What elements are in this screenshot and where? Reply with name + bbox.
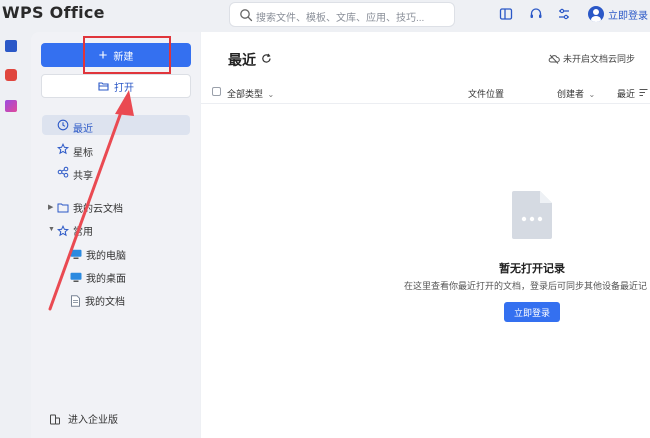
computer-icon [70,249,82,259]
filter-all-types[interactable]: 全部类型 ⌄ [227,87,274,100]
column-location[interactable]: 文件位置 [468,87,504,100]
search-icon [240,9,253,22]
app-rail [0,30,24,438]
empty-state-title: 暂无打开记录 [499,263,565,275]
sidebar-item-label: 最近 [73,124,93,135]
settings-sliders-icon[interactable] [557,7,571,21]
pdf-app-icon[interactable] [5,69,17,81]
share-icon [57,166,69,178]
avatar-icon [588,6,604,22]
sync-label: 未开启文档云同步 [563,54,636,64]
login-top-button[interactable]: 立即登录 [588,5,648,23]
pin-icon [57,224,69,236]
cloud-sync-status[interactable]: 未开启文档云同步 [548,52,635,65]
sidebar-item-starred[interactable]: 星标 [42,139,190,159]
chevron-down-icon: ⌄ [588,90,596,99]
building-icon [50,414,60,424]
tree-item-my-computer[interactable]: 我的电脑 [70,247,126,262]
filter-creator[interactable]: 创建者 ⌄ [557,87,595,100]
cloud-off-icon [548,54,560,64]
apps-grid-icon[interactable] [5,100,17,112]
top-bar: WPS Office 搜索文件、模板、文库、应用、技巧... 立即登录 [0,0,650,30]
enterprise-label: 进入企业版 [68,415,118,426]
folder-icon [57,203,69,213]
all-types-label: 全部类型 [227,89,264,99]
tree-item-my-documents[interactable]: 我的文档 [70,293,125,308]
sidebar-item-shared[interactable]: 共享 [42,162,190,182]
app-logo: WPS Office [2,3,105,22]
search-placeholder: 搜索文件、模板、文库、应用、技巧... [256,13,425,24]
refresh-icon[interactable] [261,53,272,64]
recent-label: 最近 [617,89,636,99]
chevron-down-icon: ⌄ [267,90,275,99]
tree-item-label: 我的电脑 [86,251,126,262]
login-button[interactable]: 立即登录 [504,302,560,322]
sort-options-icon[interactable] [639,88,648,97]
empty-state-subtitle: 在这里查看你最近打开的文档，登录后可同步其他设备最近记 [404,281,648,291]
enterprise-button[interactable]: 进入企业版 [49,411,118,426]
document-icon [71,294,80,307]
login-top-label: 立即登录 [608,10,648,22]
open-button[interactable]: 打开 [41,74,191,98]
tree-item-cloud-docs[interactable]: 我的云文档 [57,200,123,215]
open-label: 打开 [114,82,134,94]
page-title: 最近 [228,52,256,68]
headset-icon[interactable] [529,7,543,21]
select-all-checkbox[interactable] [212,87,221,96]
tree-item-label: 我的云文档 [73,204,123,215]
sidebar-item-label: 共享 [73,171,93,182]
desktop-icon [70,272,82,282]
star-icon [57,143,69,155]
tree-item-label: 我的桌面 [86,274,126,285]
docs-app-icon[interactable] [5,40,17,52]
highlight-annotation-box [83,36,171,74]
tree-item-label: 我的文档 [85,297,125,308]
clock-icon [57,119,69,131]
column-recent[interactable]: 最近 [617,87,635,100]
sidebar-item-recent[interactable]: 最近 [42,115,190,135]
tree-item-my-desktop[interactable]: 我的桌面 [70,270,126,285]
header-divider [201,103,650,104]
expand-caret-icon[interactable]: ▶ [48,203,53,211]
empty-document-icon [512,191,552,239]
collapse-caret-icon[interactable]: ▼ [48,226,55,233]
creator-label: 创建者 [557,89,585,99]
search-input[interactable]: 搜索文件、模板、文库、应用、技巧... [229,2,455,27]
location-label: 文件位置 [468,89,505,99]
tree-item-common[interactable]: 常用 [57,223,93,238]
tree-item-label: 常用 [73,227,93,238]
sidebar-item-label: 星标 [73,148,93,159]
folder-open-icon [98,82,109,91]
layout-icon[interactable] [499,7,513,21]
